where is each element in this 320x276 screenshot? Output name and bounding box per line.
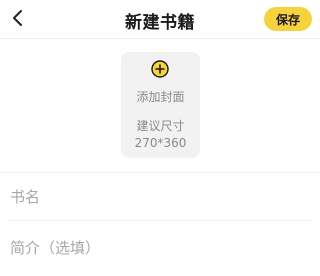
- add-cover-button[interactable]: 添加封面 建议尺寸 270*360: [121, 52, 200, 158]
- save-button[interactable]: 保存: [264, 7, 312, 31]
- book-intro-input[interactable]: [8, 233, 312, 263]
- top-bar: 新建书籍 保存: [0, 0, 320, 38]
- plus-circle-icon: [151, 60, 169, 78]
- field-divider: [8, 220, 312, 221]
- size-hint-label: 建议尺寸: [136, 119, 185, 133]
- header-divider: [0, 38, 320, 39]
- cover-size-hint: 建议尺寸 270*360: [121, 118, 200, 152]
- size-hint-value: 270*360: [134, 136, 187, 150]
- book-name-input[interactable]: [8, 182, 312, 212]
- section-divider: [0, 172, 320, 173]
- add-cover-label: 添加封面: [136, 90, 185, 104]
